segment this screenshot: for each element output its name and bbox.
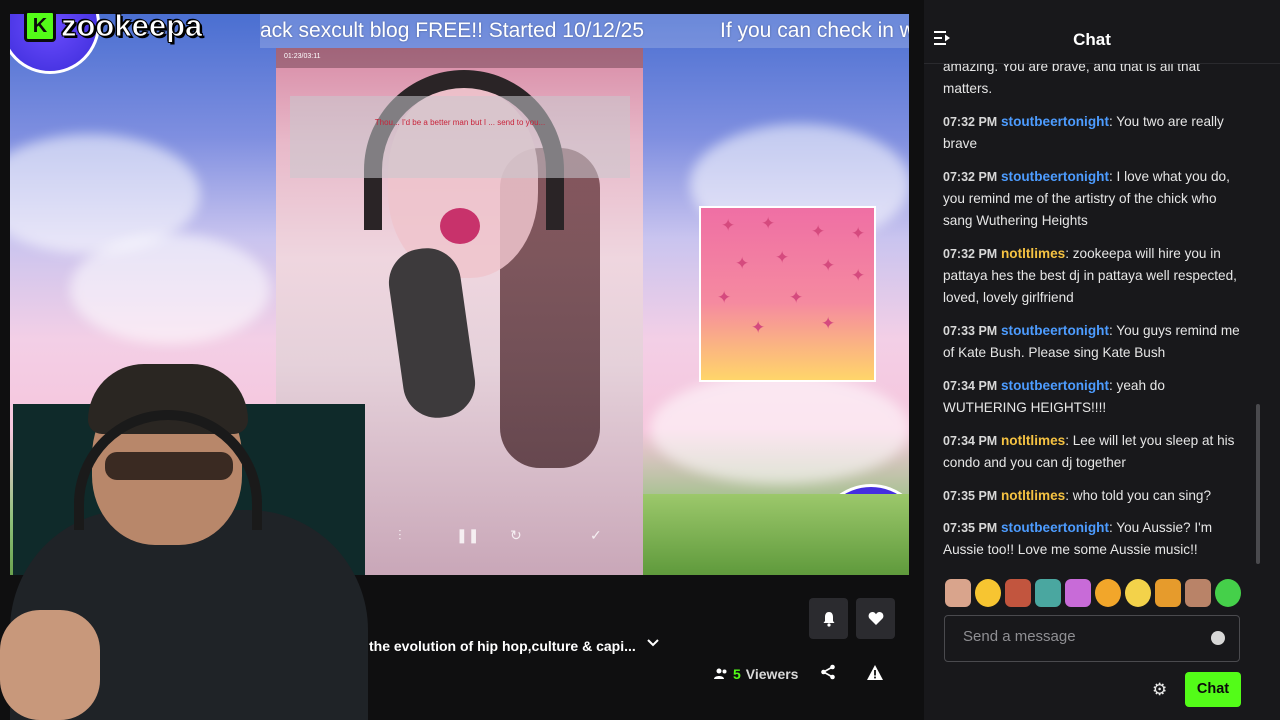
report-warning-icon[interactable] (866, 664, 884, 686)
ticker-text: If you can check in wi (720, 19, 909, 42)
message-time: 07:34 PM (943, 379, 998, 393)
message-time: 07:33 PM (943, 324, 998, 338)
emote-icon[interactable] (1095, 579, 1121, 607)
message-text: amazing. You are brave, and that is all … (943, 59, 1200, 96)
viewer-number: 5 (733, 666, 741, 682)
bell-icon (823, 611, 834, 627)
emote-bar (945, 579, 1241, 607)
gear-icon[interactable]: ⚙ (1152, 680, 1167, 700)
message-username[interactable]: stoutbeertonight (1001, 520, 1109, 535)
emote-icon[interactable] (1005, 579, 1031, 607)
video-timestamp: 01:23/03:11 (284, 53, 321, 60)
emote-icon[interactable] (945, 579, 971, 607)
follow-button[interactable] (856, 598, 895, 639)
chat-header: Chat (924, 14, 1280, 64)
video-caption: Thou... I'd be a better man but I ... se… (374, 118, 546, 127)
star-decoration: ✦ (717, 288, 732, 307)
singer-lips (440, 208, 480, 244)
share-icon[interactable] (820, 664, 836, 685)
notification-button[interactable] (809, 598, 848, 639)
chevron-down-icon[interactable] (646, 636, 660, 655)
message-time: 07:32 PM (943, 170, 998, 184)
streamer-hand (0, 610, 100, 720)
star-decoration: ✦ (721, 216, 736, 235)
message-username[interactable]: notltlimes (1001, 488, 1065, 503)
message-username[interactable]: notltlimes (1001, 433, 1065, 448)
chat-panel: Chat amazing. You are brave, and that is… (924, 0, 1280, 720)
chat-message: 07:33 PM stoutbeertonight: You guys remi… (943, 323, 1240, 360)
heart-icon (868, 612, 883, 625)
emote-icon[interactable] (975, 579, 1001, 607)
chat-message: 07:34 PM notltlimes: Lee will let you sl… (943, 433, 1235, 470)
grass-decoration (643, 494, 909, 575)
done-icon[interactable]: ✓ (590, 527, 602, 544)
cloud (70, 234, 270, 344)
message-username[interactable]: stoutbeertonight (1001, 378, 1109, 393)
emote-icon[interactable] (1125, 579, 1151, 607)
star-decoration: ✦ (761, 214, 776, 233)
message-time: 07:35 PM (943, 521, 998, 535)
stream-title: the evolution of hip hop,culture & capi.… (369, 638, 636, 654)
streamer-webcam (0, 360, 368, 720)
message-text: who told you can sing? (1072, 488, 1212, 503)
chat-title: Chat (1073, 30, 1111, 49)
message-time: 07:35 PM (943, 489, 998, 503)
star-decoration: ✦ (851, 266, 866, 285)
pause-icon[interactable]: ❚❚ (456, 527, 479, 544)
chat-message: 07:32 PM stoutbeertonight: I love what y… (943, 169, 1230, 228)
emote-icon[interactable] (1185, 579, 1211, 607)
equalizer-icon[interactable]: ⫶ (398, 527, 402, 544)
star-decoration: ✦ (751, 318, 766, 337)
star-decoration: ✦ (789, 288, 804, 307)
chat-message: 07:32 PM stoutbeertonight: You two are r… (943, 114, 1224, 151)
chat-message: 07:34 PM stoutbeertonight: yeah do WUTHE… (943, 378, 1165, 415)
star-decoration: ✦ (775, 248, 790, 267)
channel-logo: K zookeepa (24, 8, 203, 44)
message-username[interactable]: stoutbeertonight (1001, 323, 1109, 338)
message-username[interactable]: stoutbeertonight (1001, 114, 1109, 129)
message-time: 07:34 PM (943, 434, 998, 448)
star-decoration: ✦ (735, 254, 750, 273)
emote-icon[interactable] (1035, 579, 1061, 607)
logo-text: zookeepa (60, 8, 203, 44)
cloud (650, 374, 909, 484)
ticker-text: ack sexcult blog FREE!! Started 10/12/25 (260, 19, 645, 42)
message-input[interactable] (963, 628, 1203, 645)
viewer-count: 5 Viewers (714, 666, 798, 682)
viewer-label: Viewers (745, 666, 799, 682)
caption-overlay: Thou... I'd be a better man but I ... se… (290, 96, 630, 178)
logo-k-icon: K (24, 10, 56, 42)
star-decoration: ✦ (821, 256, 836, 275)
chat-scrollbar[interactable] (1256, 404, 1260, 564)
emote-icon[interactable] (1155, 579, 1181, 607)
users-icon (714, 668, 727, 679)
chat-message: 07:35 PM notltlimes: who told you can si… (943, 488, 1212, 503)
star-decoration: ✦ (851, 224, 866, 243)
send-chat-button[interactable]: Chat (1185, 672, 1241, 707)
star-decoration: ✦ (811, 222, 826, 241)
poster-decoration: ✦ ✦ ✦ ✦ ✦ ✦ ✦ ✦ ✦ ✦ ✦ ✦ (699, 206, 876, 382)
rerecord-icon[interactable]: ↻ (510, 527, 522, 544)
message-username[interactable]: stoutbeertonight (1001, 169, 1109, 184)
chat-input-box (944, 615, 1240, 662)
star-decoration: ✦ (821, 314, 836, 333)
video-topbar: 01:23/03:11 (276, 48, 643, 68)
message-time: 07:32 PM (943, 115, 998, 129)
emote-icon[interactable] (1215, 579, 1241, 607)
emoji-picker-icon[interactable] (1211, 631, 1225, 645)
chat-message: 07:32 PM notltlimes: zookeepa will hire … (943, 246, 1237, 305)
emote-icon[interactable] (1065, 579, 1091, 607)
sunglasses (105, 452, 233, 480)
ticker-banner: ack sexcult blog FREE!! Started 10/12/25… (260, 14, 909, 48)
message-time: 07:32 PM (943, 247, 998, 261)
message-username[interactable]: notltlimes (1001, 246, 1065, 261)
chat-message: 07:35 PM stoutbeertonight: You Aussie? I… (943, 520, 1213, 557)
